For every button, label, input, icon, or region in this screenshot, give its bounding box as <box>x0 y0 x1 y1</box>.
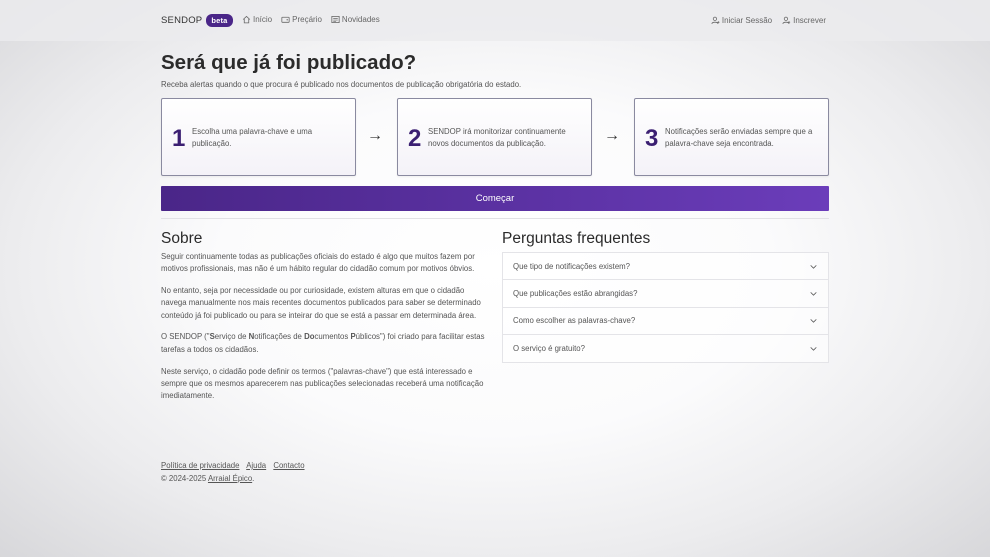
page-subtitle: Receba alertas quando o que procura é pu… <box>161 80 522 89</box>
navbar: SENDOP beta Início Preçário Novidades In… <box>0 0 990 41</box>
user-add-icon <box>782 16 791 25</box>
news-icon <box>331 16 340 23</box>
nav-link-precario[interactable]: Preçário <box>281 15 322 24</box>
nav-link-label: Preçário <box>292 15 322 24</box>
arrow-right-icon: → <box>604 127 620 144</box>
about-paragraph-acronym: O SENDOP ("Serviço de Notificações de Do… <box>161 332 485 354</box>
arrow-right-icon: → <box>367 127 383 144</box>
start-button[interactable]: Começar <box>161 186 829 211</box>
faq-title: Perguntas frequentes <box>502 230 651 247</box>
faq-item[interactable]: Que publicações estão abrangidas? <box>503 280 828 308</box>
privacy-policy-link[interactable]: Política de privacidade <box>161 461 239 470</box>
register-link-label: Inscrever <box>793 16 826 25</box>
register-link[interactable]: Inscrever <box>782 16 826 25</box>
page-title: Será que já foi publicado? <box>161 51 417 74</box>
faq-item[interactable]: Como escolher as palavras-chave? <box>503 308 828 335</box>
nav-link-inicio[interactable]: Início <box>242 15 272 24</box>
faq-item[interactable]: O serviço é gratuito? <box>503 335 828 362</box>
step-text: SENDOP irá monitorizar continuamente nov… <box>428 127 566 148</box>
wallet-icon <box>281 16 290 23</box>
user-login-icon <box>711 16 720 25</box>
step-number: 3 <box>645 125 659 152</box>
step-number: 2 <box>408 125 422 152</box>
step-card-3: 3 Notificações serão enviadas sempre que… <box>634 98 829 176</box>
faq-question: O serviço é gratuito? <box>513 344 585 354</box>
login-link-label: Iniciar Sessão <box>721 16 773 25</box>
chevron-down-icon <box>810 347 817 351</box>
about-paragraph: Neste serviço, o cidadão pode definir os… <box>161 366 484 401</box>
home-icon <box>242 15 251 24</box>
about-title: Sobre <box>161 230 203 247</box>
brand-logo[interactable]: SENDOP beta <box>161 14 233 27</box>
nav-account-links: Iniciar Sessão Inscrever <box>711 16 826 25</box>
step-text: Escolha uma palavra-chave e uma publicaç… <box>192 127 313 148</box>
nav-link-novidades[interactable]: Novidades <box>331 15 380 24</box>
faq-item[interactable]: Que tipo de notificações existem? <box>503 253 828 281</box>
step-number: 1 <box>172 125 186 152</box>
help-link[interactable]: Ajuda <box>246 461 266 470</box>
copyright-text: © 2024-2025 <box>161 473 207 483</box>
login-link[interactable]: Iniciar Sessão <box>711 16 772 25</box>
step-text: Notificações serão enviadas sempre que a… <box>665 127 813 148</box>
chevron-down-icon <box>810 264 817 269</box>
step-card-2: 2 SENDOP irá monitorizar continuamente n… <box>397 98 592 176</box>
faq-question: Que tipo de notificações existem? <box>513 261 631 271</box>
copyright-suffix: . <box>252 473 255 483</box>
nav-main-links: Início Preçário Novidades <box>242 15 380 24</box>
footer: Política de privacidade Ajuda Contacto ©… <box>161 460 310 485</box>
faq-question: Que publicações estão abrangidas? <box>513 288 638 298</box>
faq-question: Como escolher as palavras-chave? <box>513 316 636 326</box>
nav-link-label: Início <box>253 15 273 24</box>
step-card-1: 1 Escolha uma palavra-chave e uma public… <box>161 98 356 176</box>
beta-badge: beta <box>206 14 233 27</box>
section-divider <box>161 218 829 219</box>
copyright: © 2024-2025 Arraial Épico. <box>161 473 310 486</box>
contact-link[interactable]: Contacto <box>273 461 304 470</box>
about-paragraph: Seguir continuamente todas as publicaçõe… <box>161 252 475 274</box>
author-link[interactable]: Arraial Épico <box>208 474 252 483</box>
brand-name: SENDOP <box>161 14 203 26</box>
footer-links: Política de privacidade Ajuda Contacto <box>161 460 310 473</box>
faq-accordion: Que tipo de notificações existem? Que pu… <box>502 252 829 364</box>
chevron-down-icon <box>810 292 817 296</box>
about-section: Seguir continuamente todas as publicaçõe… <box>161 251 489 412</box>
about-paragraph: No entanto, seja por necessidade ou por … <box>161 286 481 320</box>
nav-link-label: Novidades <box>341 15 380 24</box>
chevron-down-icon <box>810 319 817 324</box>
